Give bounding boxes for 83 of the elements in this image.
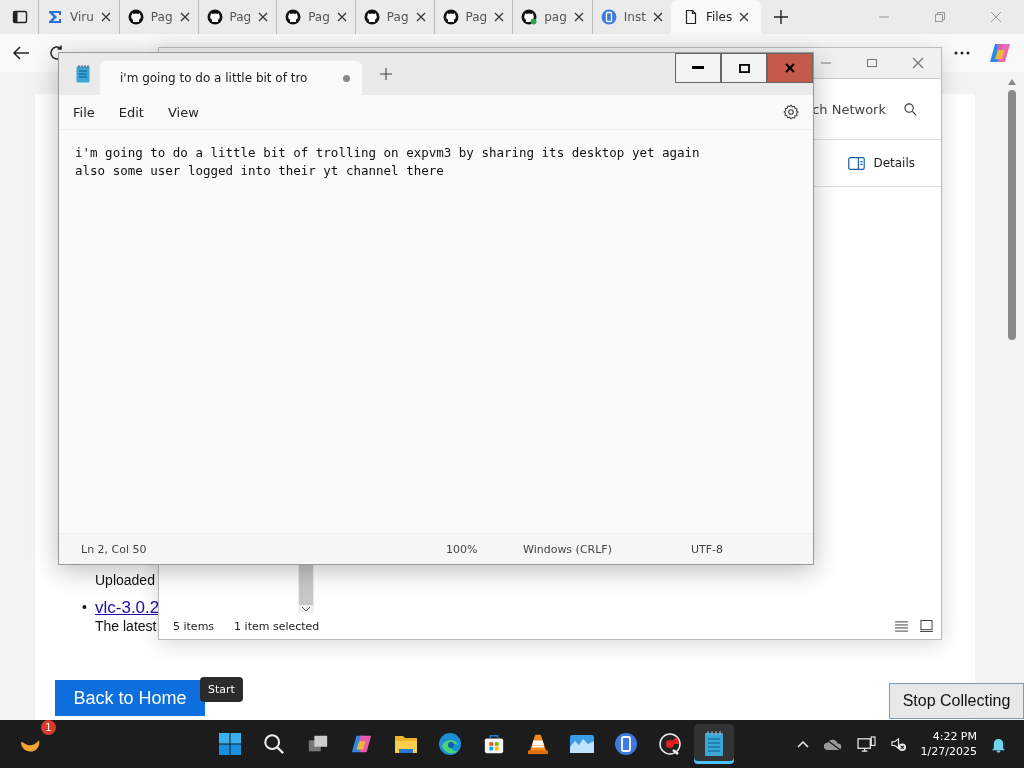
- settings-icon[interactable]: [783, 104, 799, 120]
- file-description: Uploaded: [95, 572, 156, 588]
- app-icon: [600, 9, 617, 25]
- close-icon[interactable]: [100, 12, 111, 22]
- text-editor[interactable]: i'm going to do a little bit of trolling on expvm3 by sharing its desktop yet again also some user logged into their yt channel there: [59, 130, 813, 533]
- close-icon[interactable]: [258, 12, 269, 22]
- stop-collecting-button[interactable]: Stop Collecting: [889, 683, 1024, 719]
- tab-actions-icon[interactable]: [12, 9, 28, 25]
- details-button[interactable]: Details: [844, 152, 919, 174]
- notification-badge: 1: [41, 720, 56, 735]
- close-icon: [785, 63, 795, 73]
- text-line: i'm going to do a little bit of trolling on expvm3 by sharing its desktop yet again: [75, 144, 701, 162]
- back-arrow-icon[interactable]: [12, 44, 30, 62]
- close-icon[interactable]: [415, 12, 426, 22]
- volume-muted-icon[interactable]: [889, 736, 907, 752]
- folder-icon: [394, 733, 418, 755]
- back-to-home-button[interactable]: Back to Home: [55, 680, 205, 716]
- tooltip: Start: [200, 677, 243, 702]
- store-bag-icon: [483, 733, 505, 755]
- close-icon[interactable]: [494, 12, 505, 22]
- encoding: UTF-8: [691, 542, 724, 556]
- file-description: The latest: [95, 618, 158, 634]
- gauge-icon: [658, 732, 682, 756]
- minimize-icon: [692, 66, 704, 70]
- text-line: also some user logged into their yt channel there: [75, 162, 445, 180]
- cloud-off-icon[interactable]: [822, 737, 843, 751]
- taskbar-app[interactable]: [694, 724, 734, 764]
- minimize-button[interactable]: [675, 53, 721, 83]
- github-icon: [363, 9, 380, 25]
- github-icon: [442, 9, 459, 25]
- menu-item[interactable]: Edit: [118, 104, 144, 120]
- menu-item[interactable]: View: [167, 104, 199, 120]
- scrollbar[interactable]: [1006, 78, 1018, 340]
- network-icon[interactable]: [856, 735, 876, 753]
- bullet: •: [82, 599, 87, 615]
- maximize-icon[interactable]: [866, 57, 878, 69]
- selection-count: 1 item selected: [234, 619, 320, 633]
- chevron-up-icon[interactable]: [796, 740, 809, 748]
- traffic-cone-icon: [527, 733, 549, 755]
- scrollbar[interactable]: [298, 563, 314, 613]
- scroll-thumb[interactable]: [1008, 90, 1016, 340]
- copilot-icon[interactable]: [988, 41, 1012, 65]
- close-icon[interactable]: [573, 12, 584, 22]
- sigma-icon: [47, 9, 63, 25]
- cursor-position: Ln 2, Col 50: [81, 542, 148, 556]
- maximize-button[interactable]: [721, 53, 767, 83]
- browser-tab[interactable]: Files: [670, 0, 762, 34]
- clock-date[interactable]: 1/27/2025: [920, 744, 977, 759]
- search-icon: [263, 733, 285, 755]
- close-icon[interactable]: [652, 12, 663, 22]
- github-icon: [206, 9, 223, 25]
- close-icon[interactable]: [336, 12, 347, 22]
- scroll-up-icon[interactable]: [1007, 78, 1017, 86]
- maximize-icon: [738, 63, 750, 73]
- scroll-down-icon[interactable]: [301, 605, 311, 613]
- github-icon: [285, 9, 302, 25]
- list-view-icon[interactable]: [895, 620, 908, 632]
- notepad-icon: [76, 65, 90, 83]
- tiles-view-icon[interactable]: [920, 620, 933, 632]
- close-icon[interactable]: [179, 12, 190, 22]
- scroll-thumb[interactable]: [299, 563, 313, 605]
- notepad-icon: [704, 731, 724, 757]
- clock-time[interactable]: 4:22 PM: [932, 729, 977, 744]
- details-pane-icon: [848, 156, 866, 170]
- close-icon[interactable]: [739, 12, 750, 22]
- item-count: 5 items: [173, 619, 215, 633]
- github-icon: [521, 9, 538, 25]
- menu-item[interactable]: File: [73, 104, 95, 120]
- copilot-icon: [351, 733, 373, 755]
- new-tab-icon[interactable]: [773, 9, 790, 25]
- new-tab-icon[interactable]: [380, 68, 392, 80]
- photos-icon: [569, 733, 595, 755]
- app-icon: [614, 732, 638, 756]
- edge-icon: [438, 732, 462, 756]
- zoom-level: 100%: [446, 542, 479, 556]
- file-link[interactable]: vlc-3.0.2: [95, 598, 160, 618]
- github-icon: [127, 9, 144, 25]
- line-ending: Windows (CRLF): [523, 542, 613, 556]
- windows-start-icon: [218, 732, 242, 756]
- document-tab[interactable]: i'm going to do a little bit of tro: [100, 61, 362, 95]
- search-icon[interactable]: [904, 102, 917, 116]
- more-icon[interactable]: [954, 51, 970, 55]
- close-button[interactable]: [767, 53, 813, 83]
